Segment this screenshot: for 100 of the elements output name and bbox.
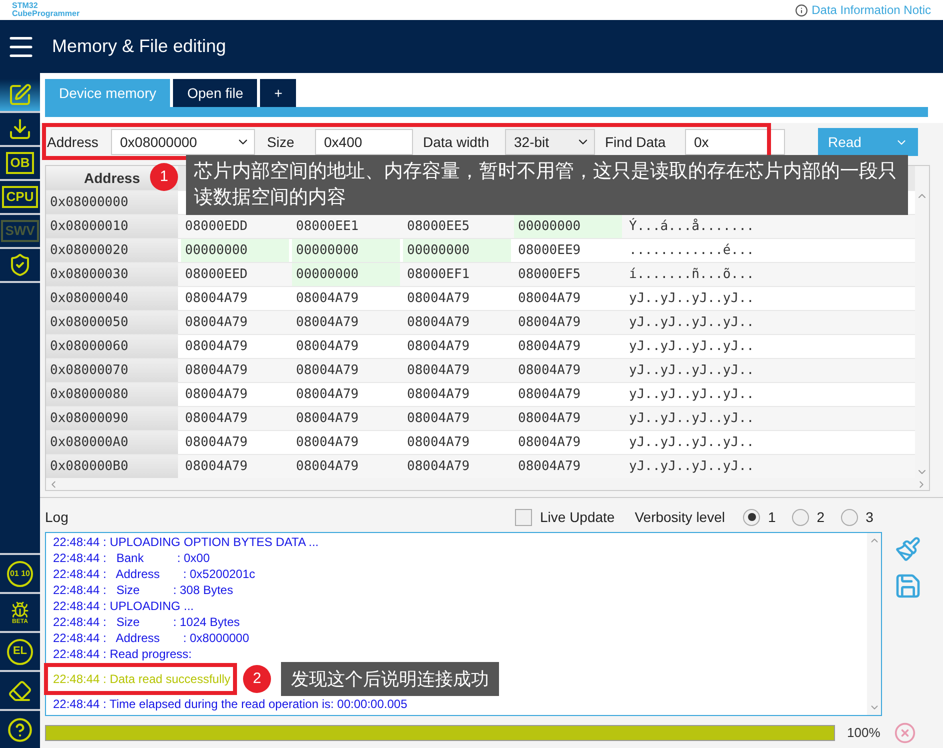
radio-button[interactable] <box>792 508 809 526</box>
address-cell: 0x08000050 <box>46 311 178 334</box>
table-cell-text: 08004A79 <box>406 338 471 356</box>
address-cell: 0x08000040 <box>46 287 178 310</box>
radio-label: 3 <box>866 508 874 526</box>
log-line: 22:48:44 : Size : 308 Bytes <box>53 582 234 598</box>
horizontal-scrollbar[interactable] <box>46 478 929 490</box>
callout-text: 芯片内部空间的地址、内存容量，暂时不用管，这只是读取的存在芯片内部的一段只读数据空间的内容 <box>186 155 908 215</box>
log-line: 22:48:44 : Data read successfully <box>53 672 230 686</box>
table-cell-text: 08004A79 <box>517 434 582 452</box>
table-cell-text: 08000EDD <box>184 218 249 236</box>
help-icon <box>7 716 33 742</box>
radio-button[interactable] <box>840 508 858 526</box>
table-cell: 00000000 <box>514 215 622 238</box>
log-scrollbar[interactable] <box>867 533 881 715</box>
find-field[interactable]: 0x <box>685 129 785 155</box>
sidebar-label: CPU <box>2 186 38 208</box>
table-cell-text: 08000EED <box>184 266 249 284</box>
log-line: 22:48:44 : Address : 0x8000000 <box>53 630 250 646</box>
sidebar-label: OB <box>6 152 34 174</box>
table-cell-text: 08004A79 <box>517 290 582 308</box>
table-cell-text: 08004A79 <box>295 434 360 452</box>
field-label: Address <box>46 132 100 152</box>
address-cell: 0x08000080 <box>46 383 178 406</box>
address-cell: 0x08000010 <box>46 215 178 238</box>
address-cell: 0x08000030 <box>46 263 178 286</box>
table-cell-text: 08004A79 <box>184 386 249 404</box>
table-cell-text: 08004A79 <box>517 314 582 332</box>
page-title: Memory & File editing <box>52 35 226 58</box>
table-cell-text: 08004A79 <box>295 314 360 332</box>
table-cell-text: 08004A79 <box>517 386 582 404</box>
address-dropdown[interactable]: 0x08000000 <box>111 129 255 155</box>
log-line: 22:48:44 : Size : 1024 Bytes <box>53 614 240 630</box>
eraser-icon <box>8 678 32 702</box>
table-cell-text: 08004A79 <box>517 410 582 428</box>
address-cell: 0x08000090 <box>46 407 178 430</box>
table-cell-text: 08004A79 <box>406 290 471 308</box>
table-cell-text: 08000EF5 <box>517 266 582 284</box>
log-line: 22:48:44 : UPLOADING ... <box>53 598 194 614</box>
shield-icon <box>8 253 32 277</box>
ascii-cell-text: í.......ñ...õ... <box>628 266 756 284</box>
table-cell-text: 08004A79 <box>184 338 249 356</box>
table-cell-text: 08004A79 <box>517 338 582 356</box>
size-field[interactable]: 0x400 <box>315 129 413 155</box>
download-icon <box>8 117 32 141</box>
table-cell: 00000000 <box>181 239 289 262</box>
field-label: Find Data <box>604 132 667 152</box>
callout-number: 2 <box>243 665 271 693</box>
address-cell: 0x08000020 <box>46 239 178 262</box>
bug-icon <box>11 600 29 618</box>
table-cell-text: 08004A79 <box>406 410 471 428</box>
table-cell-text: 08004A79 <box>184 290 249 308</box>
ascii-cell-text: ............é... <box>628 242 756 260</box>
address-cell: 0x080000B0 <box>46 455 178 478</box>
ascii-cell-text: Ý...á...å....... <box>628 217 756 236</box>
log-line: 22:48:44 : Read progress: <box>53 646 192 662</box>
table-cell-text: 08004A79 <box>406 458 471 476</box>
table-cell: 00000000 <box>292 263 400 286</box>
chip-label: EL <box>7 638 33 664</box>
table-cell-text: 08000EE9 <box>517 242 582 260</box>
log-line: 22:48:44 : Bank : 0x00 <box>53 550 210 566</box>
ascii-cell-text: yJ..yJ..yJ..yJ.. <box>628 410 756 428</box>
table-cell-text: 08004A79 <box>406 434 471 452</box>
vertical-scrollbar[interactable] <box>915 166 929 478</box>
field-label: Size <box>266 132 296 152</box>
table-cell-text: 08004A79 <box>406 362 471 380</box>
address-cell: 0x080000A0 <box>46 431 178 454</box>
radio-label: 1 <box>768 508 776 526</box>
log-line: 22:48:44 : UPLOADING OPTION BYTES DATA ... <box>53 534 319 550</box>
log-line: 22:48:44 : Address : 0x5200201c <box>53 566 256 582</box>
table-cell-text: 08004A79 <box>184 410 249 428</box>
table-cell-text: 08000EF1 <box>406 266 471 284</box>
logo-text: CubeProgrammer <box>12 10 80 18</box>
checkbox-label: Live Update <box>540 508 615 527</box>
address-cell: 0x08000070 <box>46 359 178 382</box>
table-cell-text: 08004A79 <box>295 362 360 380</box>
edit-icon <box>8 83 32 107</box>
table-cell-text: 08004A79 <box>517 458 582 476</box>
save-icon[interactable] <box>894 572 922 600</box>
ascii-cell-text: yJ..yJ..yJ..yJ.. <box>628 314 756 332</box>
table-cell-text: 08000EE5 <box>406 218 471 236</box>
table-cell: 00000000 <box>403 239 511 262</box>
ascii-cell-text: yJ..yJ..yJ..yJ.. <box>628 362 756 380</box>
callout-text: 发现这个后说明连接成功 <box>281 662 499 696</box>
field-label: Data width <box>422 132 490 152</box>
binary-label: 01 10 <box>7 560 33 586</box>
live-update-checkbox[interactable] <box>515 508 532 526</box>
tab[interactable]: + <box>260 79 296 107</box>
verbosity-label: Verbosity level <box>634 508 725 527</box>
cancel-icon[interactable] <box>894 722 916 744</box>
radio-button[interactable] <box>743 508 760 526</box>
brush-icon[interactable] <box>895 536 921 562</box>
tab[interactable]: Open file <box>173 79 258 107</box>
width-dropdown[interactable]: 32-bit <box>505 129 595 155</box>
ascii-cell-text: yJ..yJ..yJ..yJ.. <box>628 338 756 356</box>
table-cell-text: 08004A79 <box>184 434 249 452</box>
sidebar-item[interactable] <box>0 79 40 113</box>
ascii-cell-text: yJ..yJ..yJ..yJ.. <box>628 386 756 404</box>
radio-label: 2 <box>816 508 825 526</box>
info-icon <box>794 4 808 16</box>
